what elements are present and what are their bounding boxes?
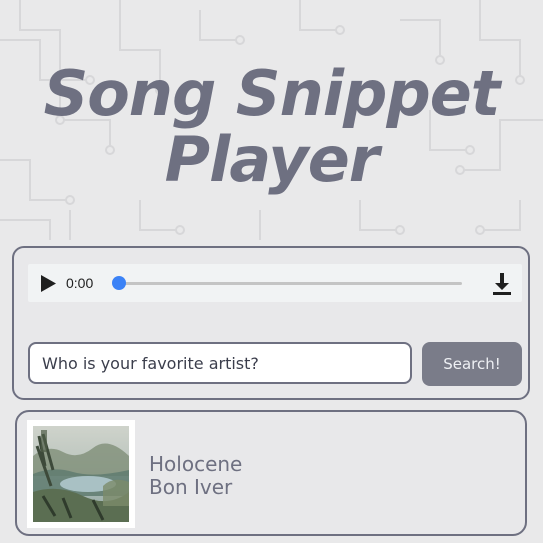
song-title: Holocene — [149, 452, 243, 476]
seek-thumb[interactable] — [112, 276, 126, 290]
play-icon[interactable] — [40, 275, 56, 292]
audio-player: 0:00 — [28, 264, 522, 302]
result-card[interactable]: Holocene Bon Iver — [15, 410, 527, 536]
album-cover-image — [33, 426, 129, 522]
page-title: Song Snippet Player — [0, 56, 543, 196]
download-icon[interactable] — [492, 273, 512, 295]
search-button[interactable]: Search! — [422, 342, 522, 386]
song-artist: Bon Iver — [149, 475, 233, 499]
seek-track[interactable] — [116, 282, 462, 285]
search-panel: 0:00 Search! — [12, 246, 530, 400]
album-cover — [27, 420, 135, 528]
title-line-1: Song Snippet — [43, 56, 501, 130]
title-line-2: Player — [164, 122, 380, 196]
current-time: 0:00 — [66, 275, 94, 291]
artist-search-input[interactable] — [28, 342, 412, 384]
